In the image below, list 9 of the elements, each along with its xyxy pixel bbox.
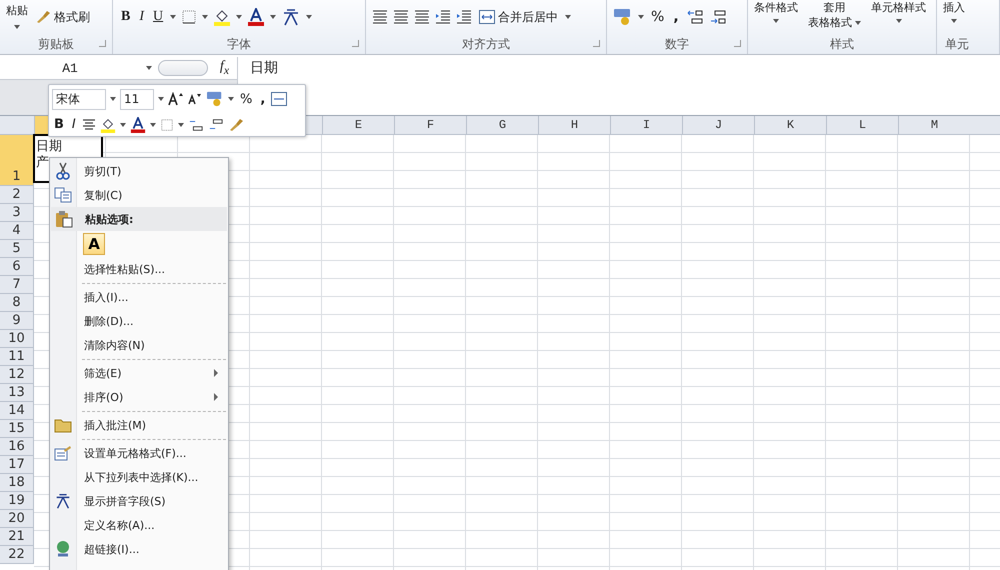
group-label: 字体 [227,36,251,52]
group-label: 样式 [830,36,854,52]
menu-section-header: 粘贴选项: [51,207,227,231]
cell-text: 日期 [36,139,62,155]
cell-text: 产 [36,155,49,171]
group-label: 数字 [665,36,689,52]
group-label: 剪贴板 [38,36,74,52]
group-label: 单元 [945,36,969,52]
group-label: 对齐方式 [462,36,510,52]
